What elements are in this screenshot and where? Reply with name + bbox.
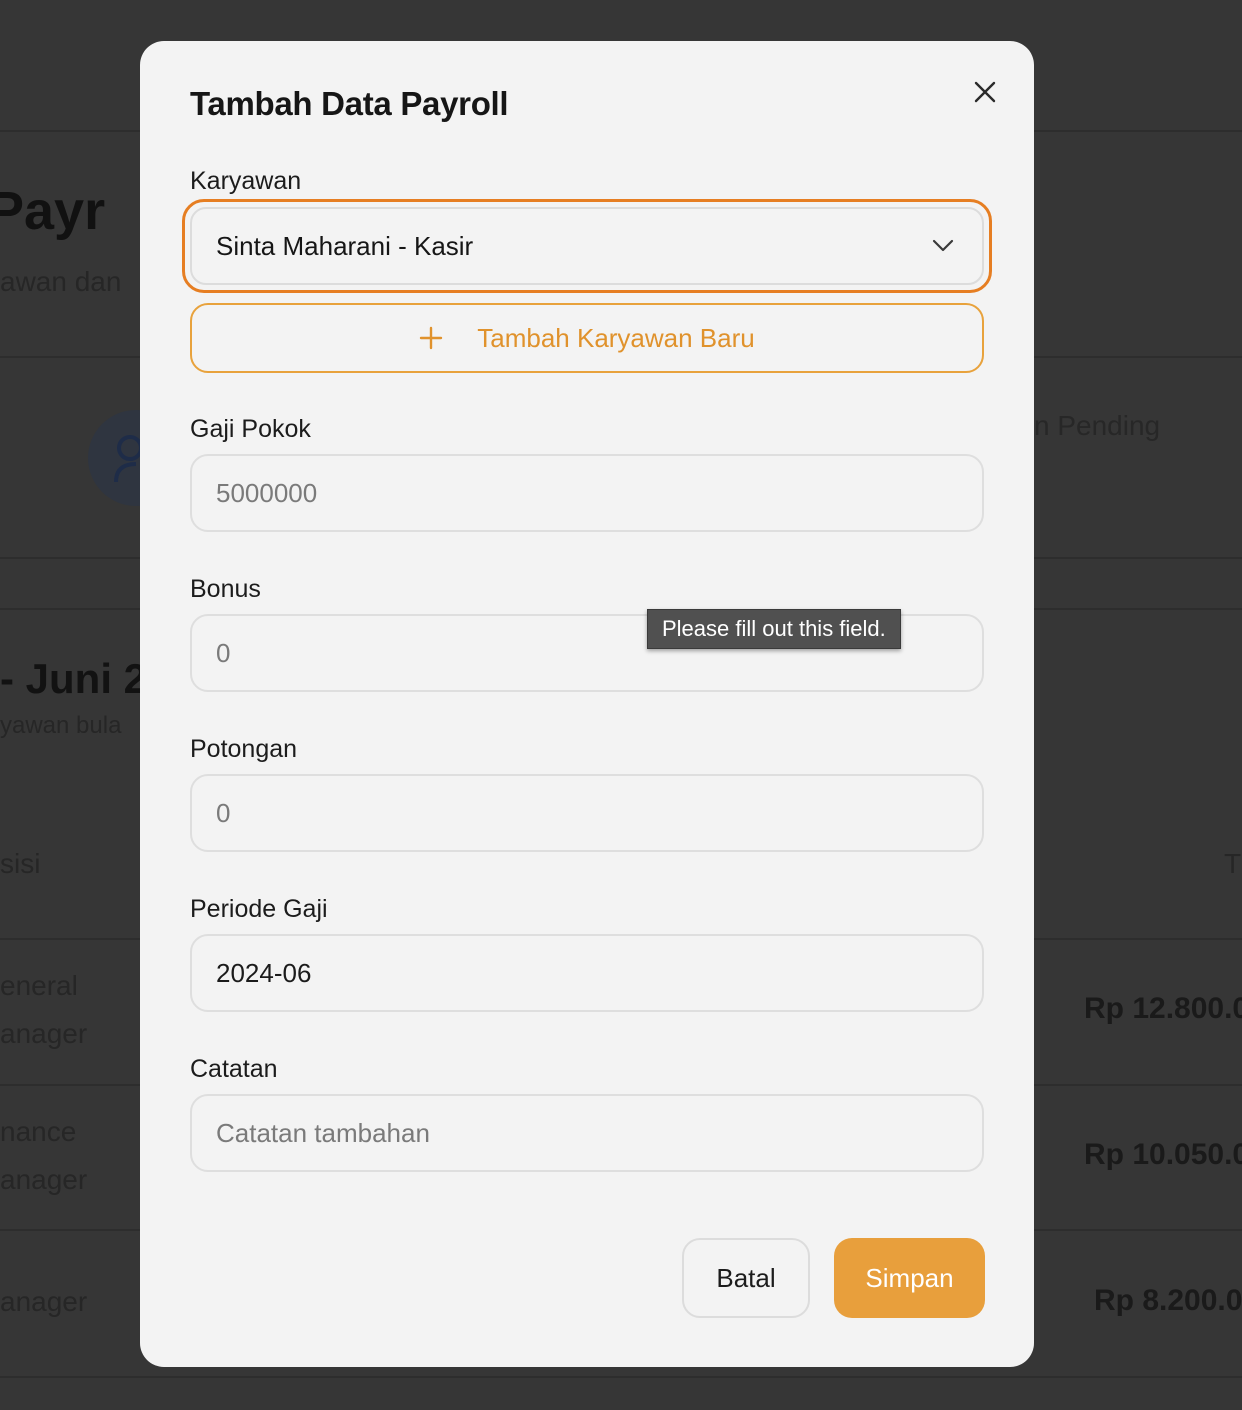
- row-amount: Rp 8.200.0: [1094, 1284, 1242, 1317]
- notes-input[interactable]: Catatan tambahan: [190, 1094, 984, 1172]
- row-amount: Rp 12.800.0: [1084, 992, 1242, 1025]
- deduction-placeholder: 0: [216, 797, 231, 828]
- period-label: Periode Gaji: [190, 895, 328, 923]
- period-input[interactable]: 2024-06: [190, 934, 984, 1012]
- column-header-position: sisi: [0, 848, 41, 879]
- chevron-down-icon: [932, 239, 954, 252]
- employee-select-focus-ring: Sinta Maharani - Kasir: [182, 199, 992, 293]
- row-position: anager: [0, 1164, 88, 1195]
- deduction-label: Potongan: [190, 735, 298, 763]
- modal-title: Tambah Data Payroll: [190, 85, 509, 122]
- base-salary-input[interactable]: 5000000: [190, 454, 984, 532]
- employee-select-value: Sinta Maharani - Kasir: [216, 230, 474, 261]
- base-salary-placeholder: 5000000: [216, 477, 318, 508]
- row-amount: Rp 10.050.0: [1084, 1138, 1242, 1171]
- close-button[interactable]: [966, 73, 1004, 111]
- bonus-placeholder: 0: [216, 637, 231, 668]
- close-icon: [974, 81, 996, 103]
- page-title: Payr: [0, 181, 106, 241]
- period-value: 2024-06: [216, 957, 312, 988]
- row-position: eneral: [0, 970, 78, 1001]
- add-employee-label: Tambah Karyawan Baru: [477, 322, 755, 353]
- deduction-input[interactable]: 0: [190, 774, 984, 852]
- period-subtitle: yawan bula: [0, 712, 122, 739]
- validation-tooltip: Please fill out this field.: [647, 609, 901, 649]
- row-position: anager: [0, 1286, 88, 1317]
- notes-placeholder: Catatan tambahan: [216, 1117, 430, 1148]
- employee-label: Karyawan: [190, 167, 302, 195]
- bonus-label: Bonus: [190, 575, 261, 603]
- column-header-total: T: [1224, 848, 1242, 879]
- period-title: - Juni 2: [0, 655, 148, 702]
- plus-icon: [419, 326, 443, 350]
- row-position: anager: [0, 1018, 88, 1049]
- cancel-button[interactable]: Batal: [682, 1238, 810, 1318]
- page-subtitle: awan dan: [0, 266, 122, 297]
- add-employee-button[interactable]: Tambah Karyawan Baru: [190, 303, 984, 373]
- row-position: nance: [0, 1116, 77, 1147]
- save-button[interactable]: Simpan: [834, 1238, 985, 1318]
- notes-label: Catatan: [190, 1055, 278, 1083]
- stat-label: n Pending: [1034, 410, 1161, 441]
- base-salary-label: Gaji Pokok: [190, 415, 311, 443]
- divider: [0, 1376, 1242, 1378]
- employee-select[interactable]: Sinta Maharani - Kasir: [190, 207, 984, 285]
- payroll-modal: Tambah Data Payroll Karyawan Sinta Mahar…: [140, 41, 1034, 1367]
